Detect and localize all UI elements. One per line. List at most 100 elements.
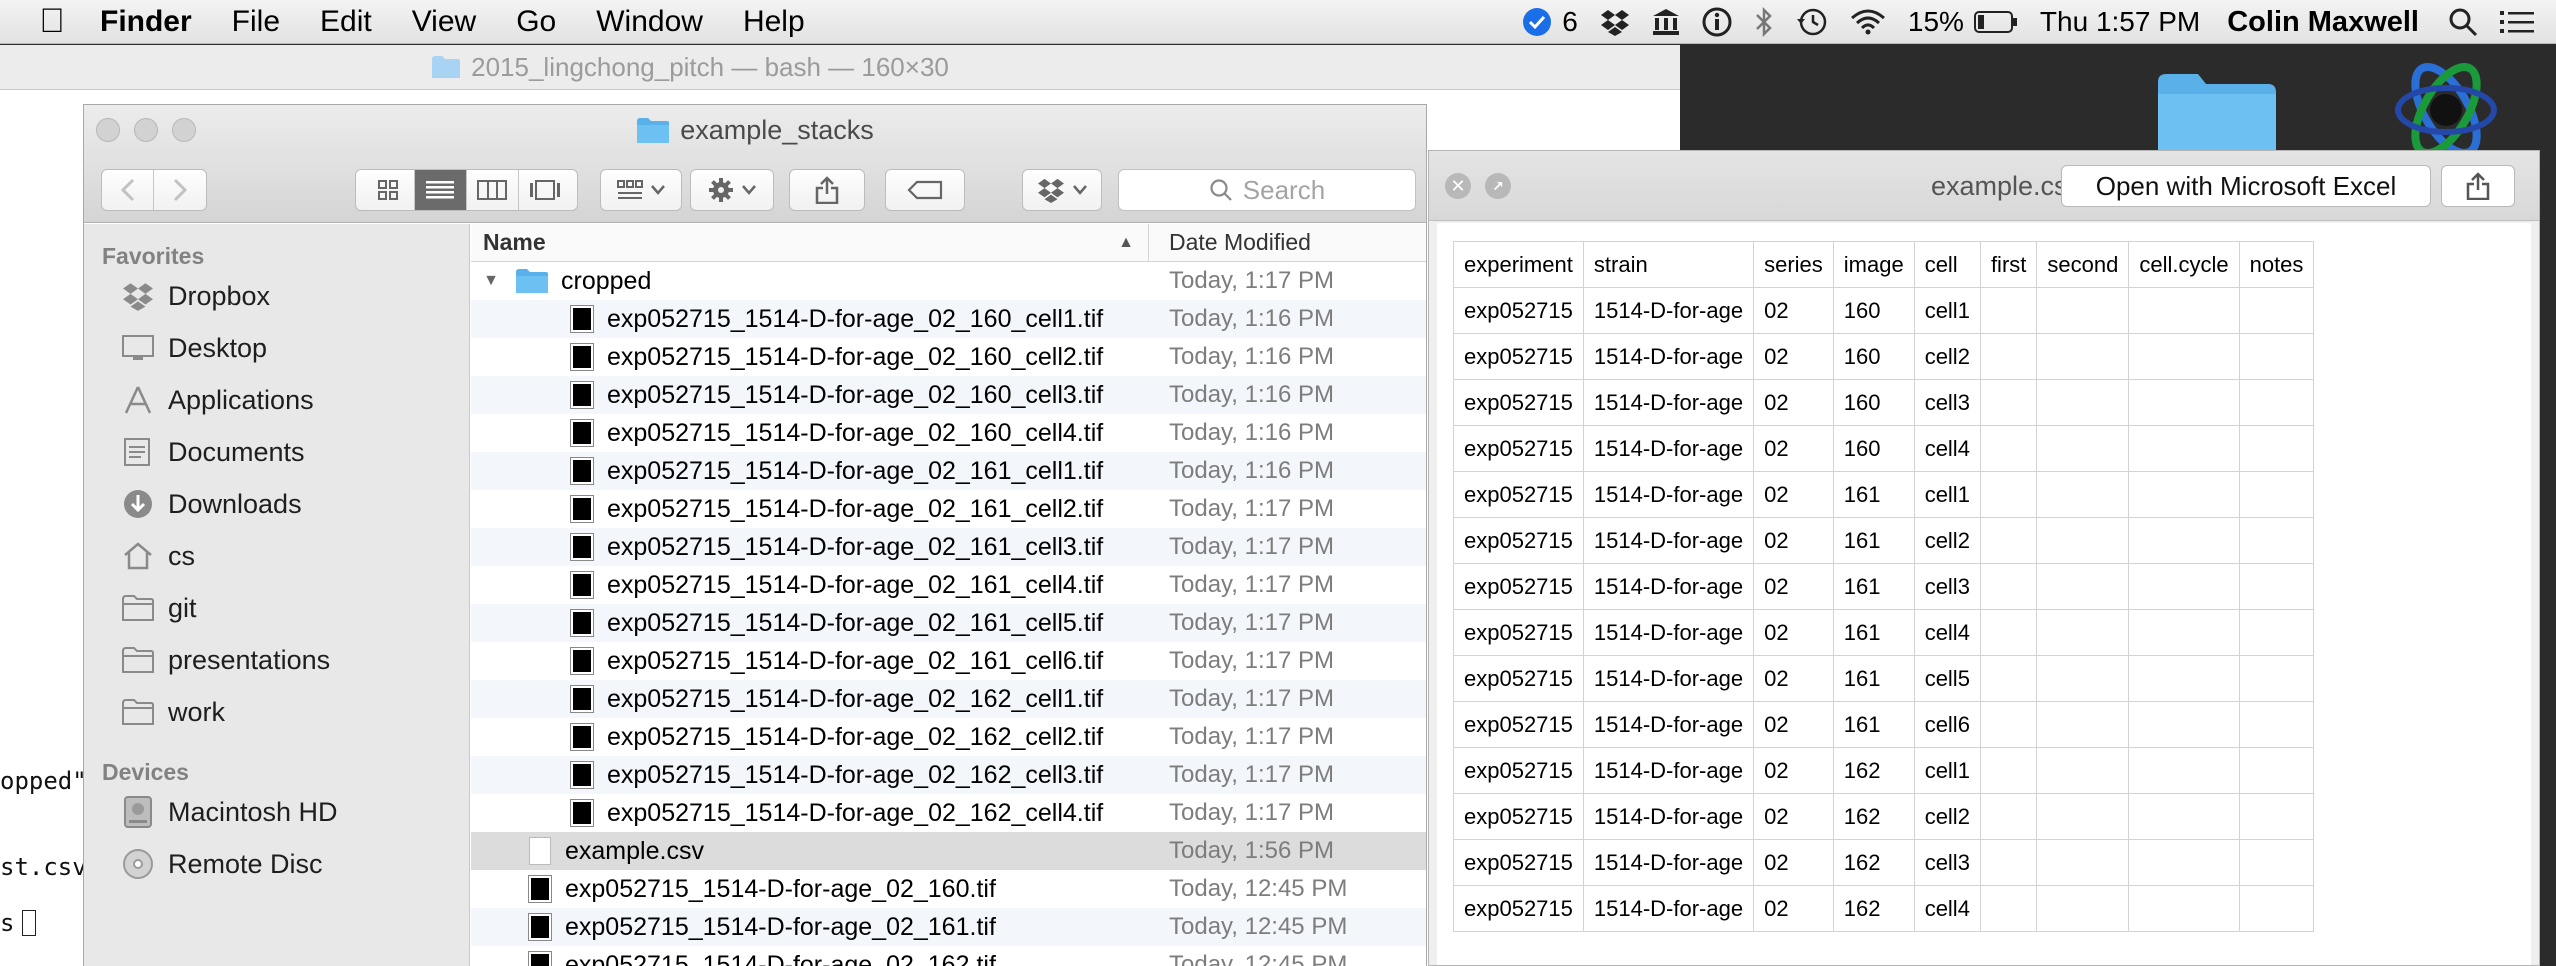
sidebar-item-work[interactable]: work — [84, 686, 469, 738]
sidebar-item-desktop[interactable]: Desktop — [84, 322, 469, 374]
menu-help[interactable]: Help — [723, 5, 825, 39]
apple-menu-icon[interactable]:  — [22, 2, 82, 41]
sidebar-item-git[interactable]: git — [84, 582, 469, 634]
list-view-button[interactable] — [414, 170, 467, 210]
csv-cell — [2128, 379, 2240, 426]
close-button[interactable] — [96, 118, 120, 142]
file-row[interactable]: exp052715_1514-D-for-age_02_160.tif Today… — [471, 870, 1426, 908]
desktop-logo-icon[interactable] — [2390, 60, 2502, 160]
file-row[interactable]: exp052715_1514-D-for-age_02_161_cell1.ti… — [471, 452, 1426, 490]
file-row[interactable]: exp052715_1514-D-for-age_02_161_cell4.ti… — [471, 566, 1426, 604]
icon-view-button[interactable] — [363, 170, 415, 210]
menu-go[interactable]: Go — [496, 5, 576, 39]
menu-app-finder[interactable]: Finder — [82, 5, 212, 39]
csv-cell: cell2 — [1913, 793, 1981, 840]
search-input[interactable]: Search — [1118, 169, 1416, 211]
file-row[interactable]: exp052715_1514-D-for-age_02_162_cell3.ti… — [471, 756, 1426, 794]
minimize-button[interactable] — [134, 118, 158, 142]
action-button[interactable] — [690, 169, 774, 211]
open-with-excel-button[interactable]: Open with Microsoft Excel — [2061, 165, 2431, 207]
sidebar-device-macintosh-hd[interactable]: Macintosh HD — [84, 786, 469, 838]
menu-view[interactable]: View — [392, 5, 496, 39]
sidebar-item-downloads[interactable]: Downloads — [84, 478, 469, 530]
column-view-button[interactable] — [467, 170, 519, 210]
bluetooth-status[interactable] — [1743, 0, 1785, 44]
user-account-menu[interactable]: Colin Maxwell — [2211, 0, 2437, 44]
file-name: exp052715_1514-D-for-age_02_160.tif — [565, 874, 996, 903]
quick-look-share-button[interactable] — [2441, 165, 2515, 207]
share-button[interactable] — [789, 169, 865, 211]
quick-look-close-button[interactable]: ✕ — [1445, 173, 1471, 199]
dropbox-toolbar-button[interactable] — [1022, 169, 1102, 211]
cover-flow-button[interactable] — [519, 170, 571, 210]
csv-header-cell: experiment — [1453, 241, 1584, 288]
file-row[interactable]: exp052715_1514-D-for-age_02_160_cell3.ti… — [471, 376, 1426, 414]
csv-cell: 02 — [1753, 701, 1834, 748]
desktop-folder-icon[interactable] — [2156, 72, 2278, 152]
file-row[interactable]: exp052715_1514-D-for-age_02_160_cell4.ti… — [471, 414, 1426, 452]
csv-cell: 02 — [1753, 379, 1834, 426]
menu-file[interactable]: File — [212, 5, 300, 39]
file-row[interactable]: exp052715_1514-D-for-age_02_160_cell1.ti… — [471, 300, 1426, 338]
zoom-button[interactable] — [172, 118, 196, 142]
file-row[interactable]: example.csv Today, 1:56 PM — [471, 832, 1426, 870]
csv-row: exp052715 1514-D-for-age 02 161 cell3 — [1453, 563, 2315, 610]
museum-status[interactable] — [1641, 0, 1691, 44]
sidebar-device-remote-disc[interactable]: Remote Disc — [84, 838, 469, 890]
file-row[interactable]: exp052715_1514-D-for-age_02_161_cell3.ti… — [471, 528, 1426, 566]
csv-cell: 02 — [1753, 793, 1834, 840]
column-header-name[interactable]: Name ▲ — [471, 224, 1149, 261]
menu-edit[interactable]: Edit — [300, 5, 392, 39]
view-mode-switcher — [355, 169, 578, 211]
edit-tags-button[interactable] — [885, 169, 965, 211]
finder-titlebar[interactable]: example_stacks — [84, 105, 1426, 155]
notification-status[interactable]: 6 — [1511, 0, 1589, 44]
folder-row[interactable]: ▼ cropped Today, 1:17 PM — [471, 262, 1426, 300]
battery-status[interactable]: 15% — [1897, 0, 2029, 44]
spotlight-button[interactable] — [2437, 0, 2489, 44]
terminal-titlebar[interactable]: 2015_lingchong_pitch — bash — 160×30 — [0, 45, 1680, 90]
quick-look-fullscreen-button[interactable]: ↗ — [1485, 173, 1511, 199]
file-row[interactable]: exp052715_1514-D-for-age_02_162_cell1.ti… — [471, 680, 1426, 718]
disclosure-triangle-icon[interactable]: ▼ — [477, 272, 505, 290]
wifi-status[interactable] — [1839, 0, 1897, 44]
file-name: exp052715_1514-D-for-age_02_162_cell4.ti… — [607, 798, 1104, 827]
file-name: exp052715_1514-D-for-age_02_162_cell1.ti… — [607, 684, 1104, 713]
sidebar-item-presentations[interactable]: presentations — [84, 634, 469, 686]
file-row[interactable]: exp052715_1514-D-for-age_02_162.tif Today… — [471, 946, 1426, 966]
chevron-down-icon — [742, 185, 756, 195]
file-row[interactable]: exp052715_1514-D-for-age_02_161_cell6.ti… — [471, 642, 1426, 680]
file-row[interactable]: exp052715_1514-D-for-age_02_162_cell4.ti… — [471, 794, 1426, 832]
quick-look-titlebar[interactable]: ✕ ↗ example.csv Open with Microsoft Exce… — [1429, 151, 2539, 221]
terminal-prompt[interactable]: s — [0, 909, 37, 937]
file-row[interactable]: exp052715_1514-D-for-age_02_161.tif Today… — [471, 908, 1426, 946]
image-file-icon — [570, 305, 594, 333]
file-name: exp052715_1514-D-for-age_02_160_cell2.ti… — [607, 342, 1104, 371]
sidebar-item-cs[interactable]: cs — [84, 530, 469, 582]
sidebar-item-documents[interactable]: Documents — [84, 426, 469, 478]
info-status[interactable] — [1691, 0, 1743, 44]
csv-cell — [2238, 655, 2315, 702]
file-row[interactable]: exp052715_1514-D-for-age_02_161_cell5.ti… — [471, 604, 1426, 642]
arrange-button[interactable] — [600, 169, 682, 211]
column-header-date[interactable]: Date Modified — [1149, 229, 1311, 256]
forward-button[interactable] — [154, 170, 206, 210]
clock[interactable]: Thu 1:57 PM — [2029, 0, 2211, 44]
file-row[interactable]: exp052715_1514-D-for-age_02_160_cell2.ti… — [471, 338, 1426, 376]
csv-cell: 161 — [1832, 701, 1915, 748]
dropbox-status[interactable] — [1589, 0, 1641, 44]
notification-center-button[interactable] — [2489, 0, 2556, 44]
csv-cell — [2128, 747, 2240, 794]
csv-cell — [2238, 287, 2315, 334]
back-button[interactable] — [102, 170, 154, 210]
csv-cell — [2238, 333, 2315, 380]
menu-window[interactable]: Window — [576, 5, 723, 39]
cover-flow-icon — [529, 180, 560, 200]
file-row[interactable]: exp052715_1514-D-for-age_02_162_cell2.ti… — [471, 718, 1426, 756]
csv-cell: exp052715 — [1453, 655, 1584, 702]
csv-cell — [2238, 885, 2315, 932]
sidebar-item-applications[interactable]: Applications — [84, 374, 469, 426]
time-machine-status[interactable] — [1785, 0, 1839, 44]
file-row[interactable]: exp052715_1514-D-for-age_02_161_cell2.ti… — [471, 490, 1426, 528]
sidebar-item-dropbox[interactable]: Dropbox — [84, 270, 469, 322]
